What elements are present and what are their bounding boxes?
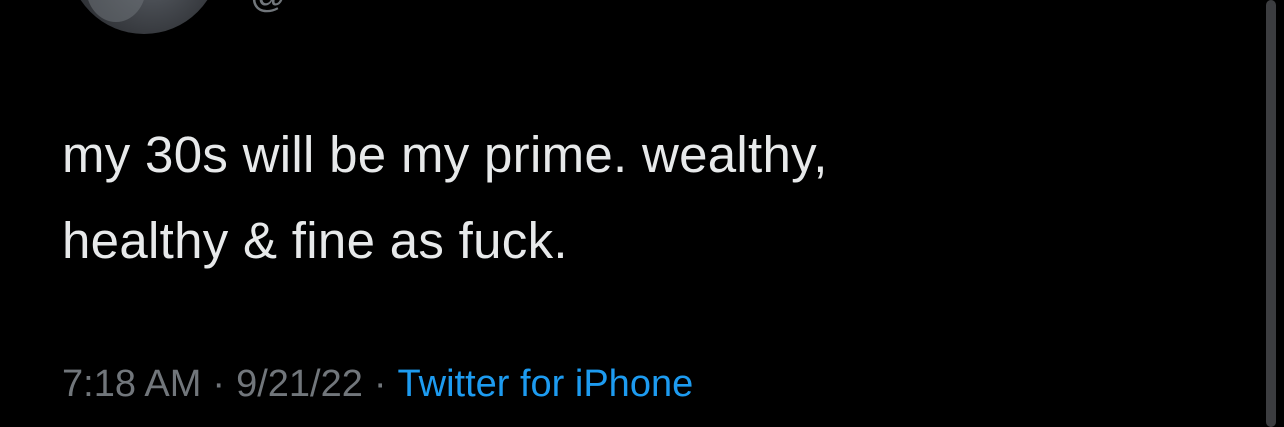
avatar-photo-shade	[86, 0, 146, 22]
tweet-text-line-2: healthy & fine as fuck.	[62, 212, 568, 269]
tweet-text-line-1: my 30s will be my prime. wealthy,	[62, 126, 828, 183]
scrollbar[interactable]	[1266, 0, 1276, 427]
tweet-detail: @ my 30s will be my prime. wealthy, heal…	[0, 0, 1284, 427]
user-handle[interactable]: @	[250, 0, 287, 16]
tweet-metadata: 7:18 AM · 9/21/22 · Twitter for iPhone	[62, 358, 693, 410]
separator-dot: ·	[212, 363, 226, 405]
separator-dot: ·	[373, 363, 387, 405]
avatar[interactable]	[68, 0, 220, 34]
tweet-source-link[interactable]: Twitter for iPhone	[398, 363, 694, 405]
tweet-time[interactable]: 7:18 AM	[62, 363, 201, 405]
tweet-date[interactable]: 9/21/22	[236, 363, 363, 405]
tweet-text: my 30s will be my prime. wealthy, health…	[62, 112, 1142, 284]
